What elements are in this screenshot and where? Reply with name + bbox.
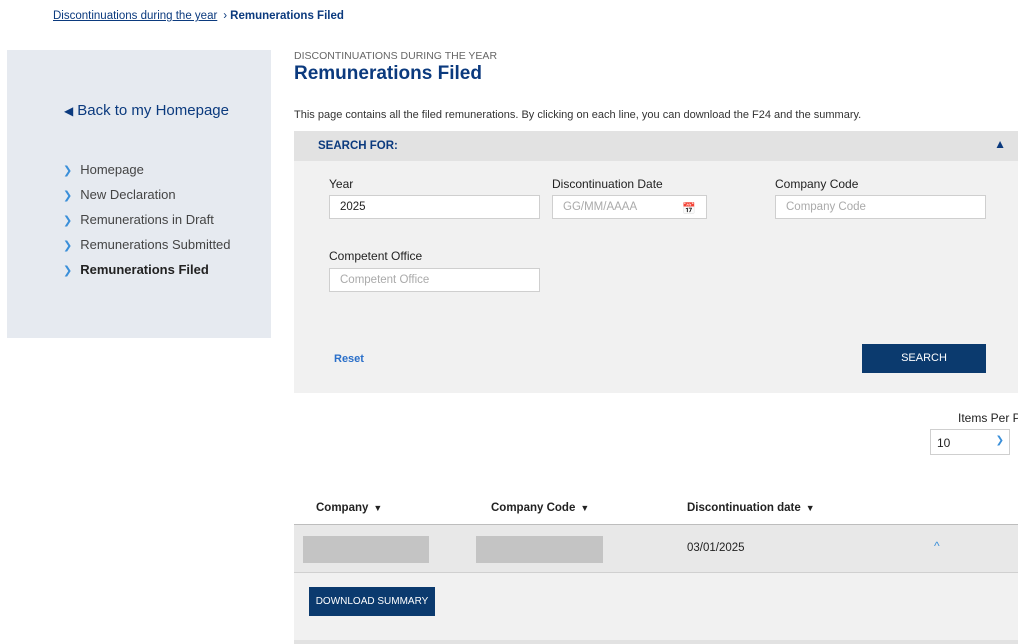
next-row-edge <box>294 640 1018 644</box>
search-button[interactable]: SEARCH <box>862 344 986 373</box>
items-per-page-value: 10 <box>937 436 951 450</box>
search-panel-header[interactable]: SEARCH FOR: ▲ <box>294 131 1018 161</box>
calendar-icon[interactable]: 📅 <box>682 202 696 215</box>
year-input[interactable] <box>329 195 540 219</box>
sidebar-item-remunerations-filed[interactable]: ❯ Remunerations Filed <box>63 262 231 287</box>
sidebar-item-label: Remunerations Filed <box>80 262 209 277</box>
chevron-up-icon[interactable]: ^ <box>934 539 940 553</box>
sort-down-icon: ▼ <box>805 503 815 513</box>
sidebar-item-new-declaration[interactable]: ❯ New Declaration <box>63 187 231 212</box>
chevron-right-icon: ❯ <box>63 215 73 227</box>
back-to-homepage-label: Back to my Homepage <box>77 102 229 119</box>
page-description: This page contains all the filed remuner… <box>294 109 862 121</box>
sidebar-item-homepage[interactable]: ❯ Homepage <box>63 162 231 187</box>
sidebar-item-remunerations-submitted[interactable]: ❯ Remunerations Submitted <box>63 237 231 262</box>
table-row[interactable]: 03/01/2025 ^ <box>294 525 1018 573</box>
redacted-company-code-cell <box>476 536 603 563</box>
sidebar-item-remunerations-in-draft[interactable]: ❯ Remunerations in Draft <box>63 212 231 237</box>
company-code-input[interactable] <box>775 195 986 219</box>
discontinuation-date-cell: 03/01/2025 <box>687 542 745 554</box>
items-per-page-label: Items Per Page <box>958 411 1018 425</box>
sort-down-icon: ▼ <box>373 503 383 513</box>
download-summary-button[interactable]: DOWNLOAD SUMMARY <box>309 587 435 616</box>
breadcrumb-separator: › <box>223 10 228 22</box>
row-detail-panel: DOWNLOAD SUMMARY <box>294 573 1018 640</box>
sidebar: ◀ Back to my Homepage ❯ Homepage ❯ New Decl… <box>7 50 271 338</box>
items-per-page-select[interactable]: 10 ❯ <box>930 429 1010 455</box>
sidebar-item-label: Remunerations Submitted <box>80 237 231 252</box>
column-header-label: Discontinuation date <box>687 502 801 514</box>
page-kicker: DISCONTINUATIONS DURING THE YEAR <box>294 50 498 62</box>
competent-office-input[interactable] <box>329 268 540 292</box>
chevron-up-icon[interactable]: ▲ <box>994 137 1006 151</box>
column-header-company-code[interactable]: Company Code ▼ <box>491 502 589 514</box>
search-panel: SEARCH FOR: ▲ Year Discontinuation Date … <box>294 131 1018 393</box>
sidebar-nav: ❯ Homepage ❯ New Declaration ❯ Remuneration… <box>63 162 231 287</box>
company-code-label: Company Code <box>775 177 859 191</box>
sidebar-item-label: Homepage <box>80 162 144 177</box>
sidebar-item-label: New Declaration <box>80 187 176 202</box>
column-header-discontinuation-date[interactable]: Discontinuation date ▼ <box>687 502 815 514</box>
reset-link[interactable]: Reset <box>334 353 364 365</box>
chevron-right-icon: ❯ <box>63 190 73 202</box>
chevron-right-icon: ❯ <box>63 240 73 252</box>
sort-down-icon: ▼ <box>580 503 590 513</box>
column-header-company[interactable]: Company ▼ <box>316 502 382 514</box>
chevron-down-icon: ❯ <box>995 435 1004 446</box>
breadcrumb-parent-link[interactable]: Discontinuations during the year <box>53 10 217 22</box>
column-header-label: Company <box>316 502 369 514</box>
year-label: Year <box>329 177 354 191</box>
back-to-homepage-link[interactable]: ◀ Back to my Homepage <box>64 102 229 119</box>
chevron-right-icon: ❯ <box>63 265 73 277</box>
chevron-right-icon: ❯ <box>63 165 73 177</box>
redacted-company-cell <box>303 536 429 563</box>
breadcrumb-current: Remunerations Filed <box>230 10 344 22</box>
caret-left-icon: ◀ <box>64 104 74 118</box>
sidebar-item-label: Remunerations in Draft <box>80 212 214 227</box>
discontinuation-date-label: Discontinuation Date <box>552 177 663 191</box>
page-title: Remunerations Filed <box>294 63 482 84</box>
column-header-label: Company Code <box>491 502 576 514</box>
search-panel-title: SEARCH FOR: <box>318 140 398 152</box>
breadcrumb: Discontinuations during the year › Remuner… <box>53 10 344 22</box>
competent-office-label: Competent Office <box>329 249 423 263</box>
